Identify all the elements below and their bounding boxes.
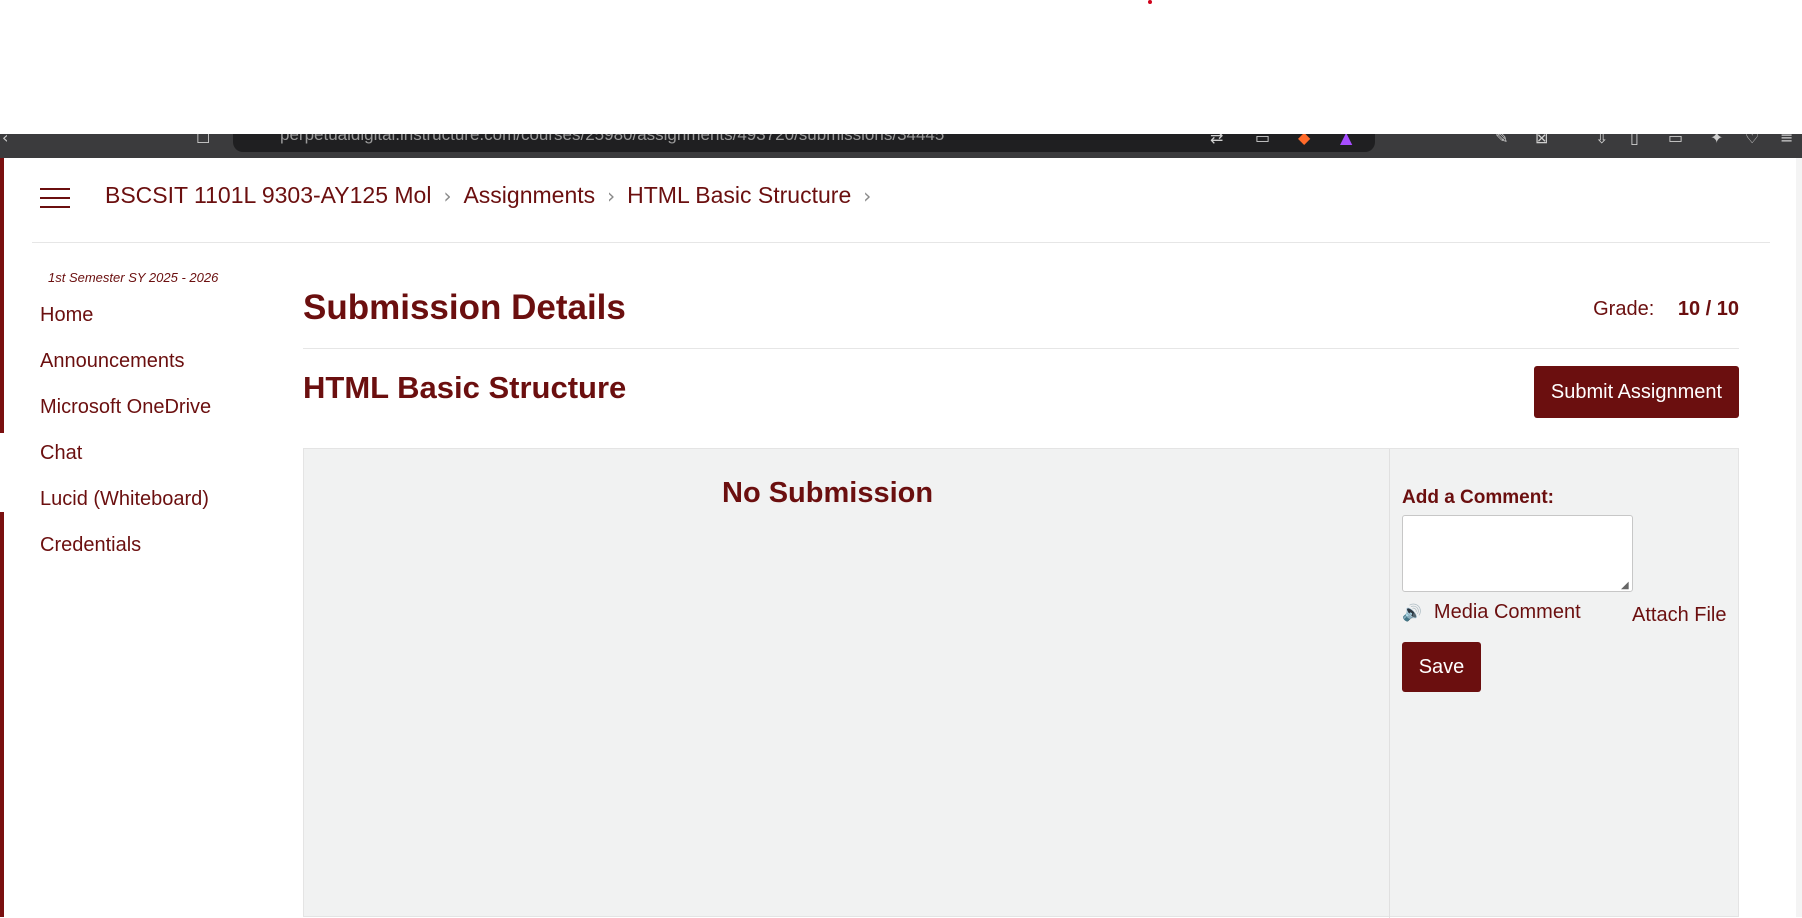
chevron-right-icon: › [443,183,452,208]
brave-shield-icon[interactable]: ◆ [1298,134,1310,147]
sidebar-item-announcements[interactable]: Announcements [40,350,270,396]
comment-sidebar: Add a Comment: ◢ 🔊 Media Comment Attach … [1389,449,1739,918]
sidebar-item-credentials[interactable]: Credentials [40,534,270,580]
no-submission-message: No Submission [722,477,934,509]
breadcrumb-assignments-link[interactable]: Assignments [463,182,595,209]
browser-toolbar: ‹ ☐ perpetualdigital.instructure.com/cou… [0,134,1802,158]
resize-handle-icon[interactable]: ◢ [1621,580,1629,591]
menu-icon[interactable]: ≡ [1780,134,1793,147]
breadcrumb-assignment-link[interactable]: HTML Basic Structure [627,182,851,209]
vpn-icon[interactable]: ♡ [1745,134,1759,147]
sidebar-item-microsoft-onedrive[interactable]: Microsoft OneDrive [40,396,270,442]
page-header: BSCSIT 1101L 9303-AY125 Mol › Assignment… [32,158,1770,243]
course-sidebar: 1st Semester SY 2025 - 2026 Home Announc… [40,270,270,580]
sidebar-item-home[interactable]: Home [40,304,270,350]
chevron-right-icon: › [863,183,872,208]
term-label: 1st Semester SY 2025 - 2026 [48,270,219,285]
sidebar-toggle-icon[interactable]: ▯ [1630,134,1639,147]
media-comment-label: Media Comment [1433,601,1581,623]
screenshot-icon[interactable]: ⊠ [1535,134,1548,147]
red-dot-indicator [1148,0,1152,4]
media-comment-link[interactable]: 🔊 Media Comment [1402,601,1581,624]
add-comment-label: Add a Comment: [1402,487,1554,508]
grade-value: 10 / 10 [1677,298,1739,320]
grade-display: Grade: 10 / 10 [1593,298,1739,321]
title-divider [303,348,1739,349]
left-accent-bar [0,158,4,433]
breadcrumb-course-link[interactable]: BSCSIT 1101L 9303-AY125 Mol [105,182,431,209]
blank-top-area [0,0,1802,134]
speaker-icon: 🔊 [1402,603,1422,622]
sidebar-item-chat[interactable]: Chat [40,442,270,488]
save-comment-button[interactable]: Save [1402,642,1481,692]
hamburger-menu-icon[interactable] [40,188,70,210]
back-icon[interactable]: ‹ [2,134,8,147]
rewards-icon[interactable]: ▲ [1340,134,1352,147]
window-icon[interactable]: ▭ [1668,134,1683,147]
grade-label: Grade: [1593,298,1655,320]
download-icon[interactable]: ⇩ [1595,134,1608,147]
assignment-title: HTML Basic Structure [303,370,627,405]
translate-icon[interactable]: ⇄ [1210,134,1223,147]
submission-panel: No Submission Add a Comment: ◢ 🔊 Media C… [303,448,1739,918]
submit-assignment-button[interactable]: Submit Assignment [1534,366,1739,418]
share-icon[interactable]: ▭ [1255,134,1270,147]
left-accent-bar-lower [0,512,4,917]
attach-file-link[interactable]: Attach File [1632,604,1726,627]
url-text[interactable]: perpetualdigital.instructure.com/courses… [280,134,944,145]
comment-textarea[interactable] [1402,515,1633,592]
bookmark-icon[interactable]: ☐ [196,134,210,147]
breadcrumb: BSCSIT 1101L 9303-AY125 Mol › Assignment… [105,182,883,209]
right-scroll-edge [1796,158,1802,917]
page-title: Submission Details [303,288,626,327]
chevron-right-icon: › [607,183,616,208]
wallet-icon[interactable]: ✦ [1710,134,1723,147]
sidebar-item-lucid-whiteboard[interactable]: Lucid (Whiteboard) [40,488,270,534]
extensions-icon[interactable]: ✎ [1495,134,1508,147]
